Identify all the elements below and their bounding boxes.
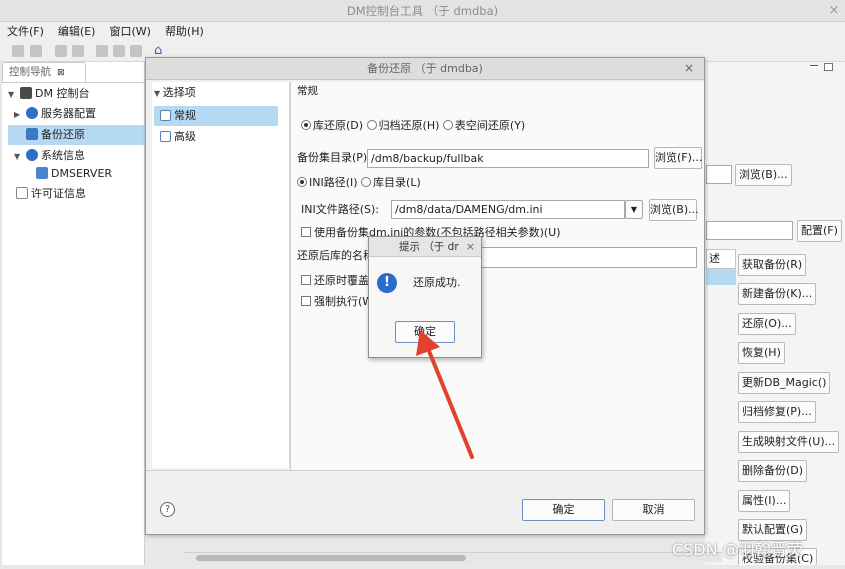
annotation-arrow — [416, 330, 474, 459]
watermark: CSDN @羽翰晋荧 — [672, 540, 803, 559]
